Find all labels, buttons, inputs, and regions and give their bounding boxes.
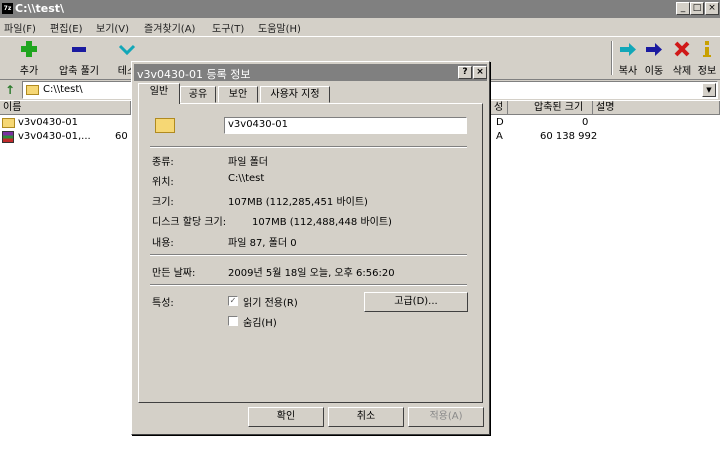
cancel-button[interactable]: 취소 — [328, 407, 404, 427]
hidden-checkbox[interactable] — [228, 316, 238, 326]
contents-value: 파일 87, 폴더 0 — [228, 238, 297, 249]
row-attributes: A — [496, 131, 503, 142]
info-icon — [697, 39, 717, 59]
info-button[interactable]: 정보 — [696, 39, 718, 77]
menu-tools[interactable]: 도구(T) — [212, 20, 244, 35]
type-label: 종류: — [152, 157, 174, 168]
delete-button[interactable]: 삭제 — [670, 39, 694, 77]
properties-dialog: v3v0430-01 등록 정보 ? × 일반 공유 보안 사용자 지정 v3v… — [131, 61, 490, 435]
title-bar: 7z C:\\test\ _ □ × — [0, 0, 720, 18]
location-value: C:\\test — [228, 173, 265, 184]
delete-x-icon — [672, 39, 692, 59]
maximize-button[interactable]: □ — [690, 2, 704, 15]
row-attributes: D — [496, 117, 504, 128]
menu-bar: 파일(F) 편집(E) 보기(V) 즐겨찾기(A) 도구(T) 도움말(H) — [0, 18, 720, 36]
plus-icon — [19, 39, 39, 59]
extract-button[interactable]: 압축 풀기 — [55, 39, 103, 77]
general-tab-panel — [138, 103, 483, 403]
app-icon: 7z — [2, 3, 13, 14]
dialog-close-button[interactable]: × — [473, 66, 487, 79]
minus-icon — [69, 39, 89, 59]
column-name[interactable]: 이름 — [0, 101, 131, 115]
readonly-checkbox[interactable]: ✓ — [228, 296, 238, 306]
size-value: 107MB (112,285,451 바이트) — [228, 197, 368, 208]
column-attributes[interactable]: 성 — [490, 101, 508, 115]
tab-security[interactable]: 보안 — [218, 86, 258, 103]
row-packed-size: 0 — [582, 117, 589, 128]
menu-view[interactable]: 보기(V) — [96, 20, 129, 35]
move-button[interactable]: 이동 — [642, 39, 666, 77]
checkmark-icon — [117, 39, 137, 59]
chevron-down-icon[interactable]: ▼ — [702, 83, 716, 97]
divider — [150, 146, 467, 148]
copy-button[interactable]: 복사 — [616, 39, 640, 77]
help-button[interactable]: ? — [458, 66, 472, 79]
type-value: 파일 폴더 — [228, 157, 268, 168]
dialog-title-bar: v3v0430-01 등록 정보 ? × — [134, 64, 487, 81]
add-button[interactable]: 추가 — [10, 39, 48, 77]
dialog-title: v3v0430-01 등록 정보 — [137, 68, 251, 81]
folder-icon — [155, 118, 175, 133]
copy-arrow-icon — [618, 39, 638, 59]
column-comment[interactable]: 설명 — [593, 101, 720, 115]
tab-sharing[interactable]: 공유 — [180, 86, 216, 103]
row-size: 60 — [115, 131, 128, 142]
archive-icon — [2, 131, 14, 143]
up-folder-button[interactable]: ↑ — [2, 82, 18, 98]
tab-customize[interactable]: 사용자 지정 — [260, 86, 330, 103]
created-value: 2009년 5월 18일 오늘, 오후 6:56:20 — [228, 268, 395, 279]
contents-label: 내용: — [152, 238, 174, 249]
ok-button[interactable]: 확인 — [248, 407, 324, 427]
move-arrow-icon — [644, 39, 664, 59]
disk-size-value: 107MB (112,488,448 바이트) — [252, 217, 392, 228]
column-packed-size[interactable]: 압축된 크기 — [508, 101, 593, 115]
address-path: C:\\test\ — [43, 84, 83, 95]
folder-icon — [2, 118, 15, 128]
name-field[interactable]: v3v0430-01 — [224, 117, 467, 134]
menu-help[interactable]: 도움말(H) — [258, 20, 301, 35]
minimize-button[interactable]: _ — [676, 2, 690, 15]
divider — [150, 254, 467, 256]
readonly-label[interactable]: 읽기 전용(R) — [243, 294, 298, 309]
toolbar-separator — [611, 41, 613, 75]
divider — [150, 284, 467, 286]
menu-favorites[interactable]: 즐겨찾기(A) — [144, 20, 195, 35]
menu-edit[interactable]: 편집(E) — [50, 20, 83, 35]
created-label: 만든 날짜: — [152, 268, 196, 279]
attributes-label: 특성: — [152, 298, 174, 309]
size-label: 크기: — [152, 197, 174, 208]
close-button[interactable]: × — [705, 2, 719, 15]
row-name: v3v0430-01 — [18, 117, 78, 128]
menu-file[interactable]: 파일(F) — [4, 20, 36, 35]
window-title: C:\\test\ — [15, 2, 65, 15]
location-label: 위치: — [152, 177, 174, 188]
hidden-label[interactable]: 숨김(H) — [243, 314, 277, 329]
folder-icon — [26, 85, 39, 95]
row-packed-size: 60 138 992 — [540, 131, 598, 142]
row-name: v3v0430-01,... — [18, 131, 91, 142]
tab-general[interactable]: 일반 — [138, 83, 180, 104]
advanced-button[interactable]: 고급(D)... — [364, 292, 468, 312]
apply-button[interactable]: 적용(A) — [408, 407, 484, 427]
disk-size-label: 디스크 할당 크기: — [152, 217, 227, 228]
